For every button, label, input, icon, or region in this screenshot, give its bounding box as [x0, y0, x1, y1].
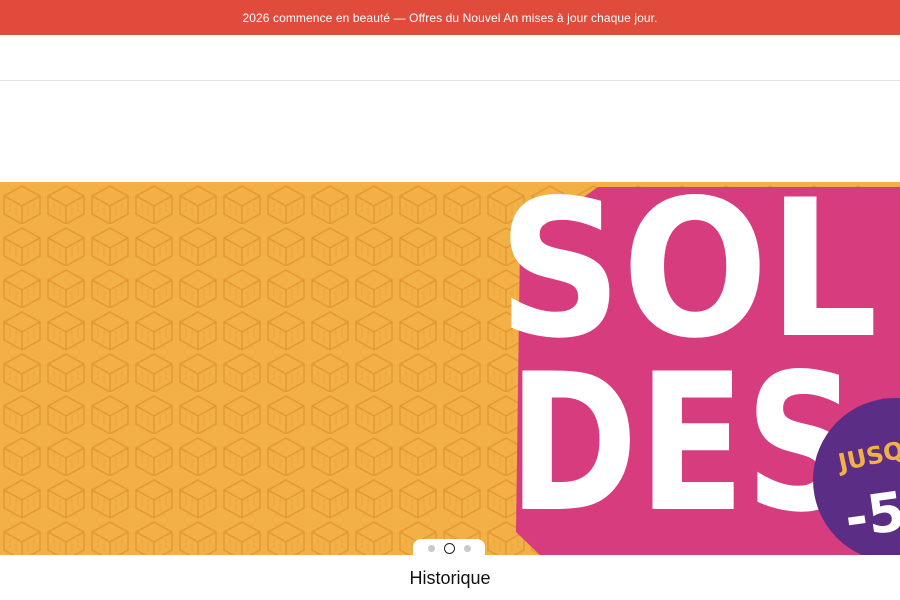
badge-bottom-text: -5 [841, 479, 900, 550]
site-header [0, 35, 900, 81]
header-spacer [0, 81, 900, 182]
hero-banner[interactable]: SOL DES JUSQU -5 [0, 182, 900, 555]
carousel-pagination [413, 539, 485, 557]
headline-line2: DES [508, 333, 858, 554]
section-title: Historique [409, 568, 491, 588]
sale-banner-graphic: SOL DES JUSQU -5 [0, 182, 900, 555]
carousel-dot-2-active[interactable] [443, 542, 455, 554]
announcement-text: 2026 commence en beauté — Offres du Nouv… [242, 10, 658, 25]
announcement-bar: 2026 commence en beauté — Offres du Nouv… [0, 0, 900, 35]
carousel-dot-3[interactable] [463, 544, 471, 552]
carousel-dot-1[interactable] [427, 544, 435, 552]
